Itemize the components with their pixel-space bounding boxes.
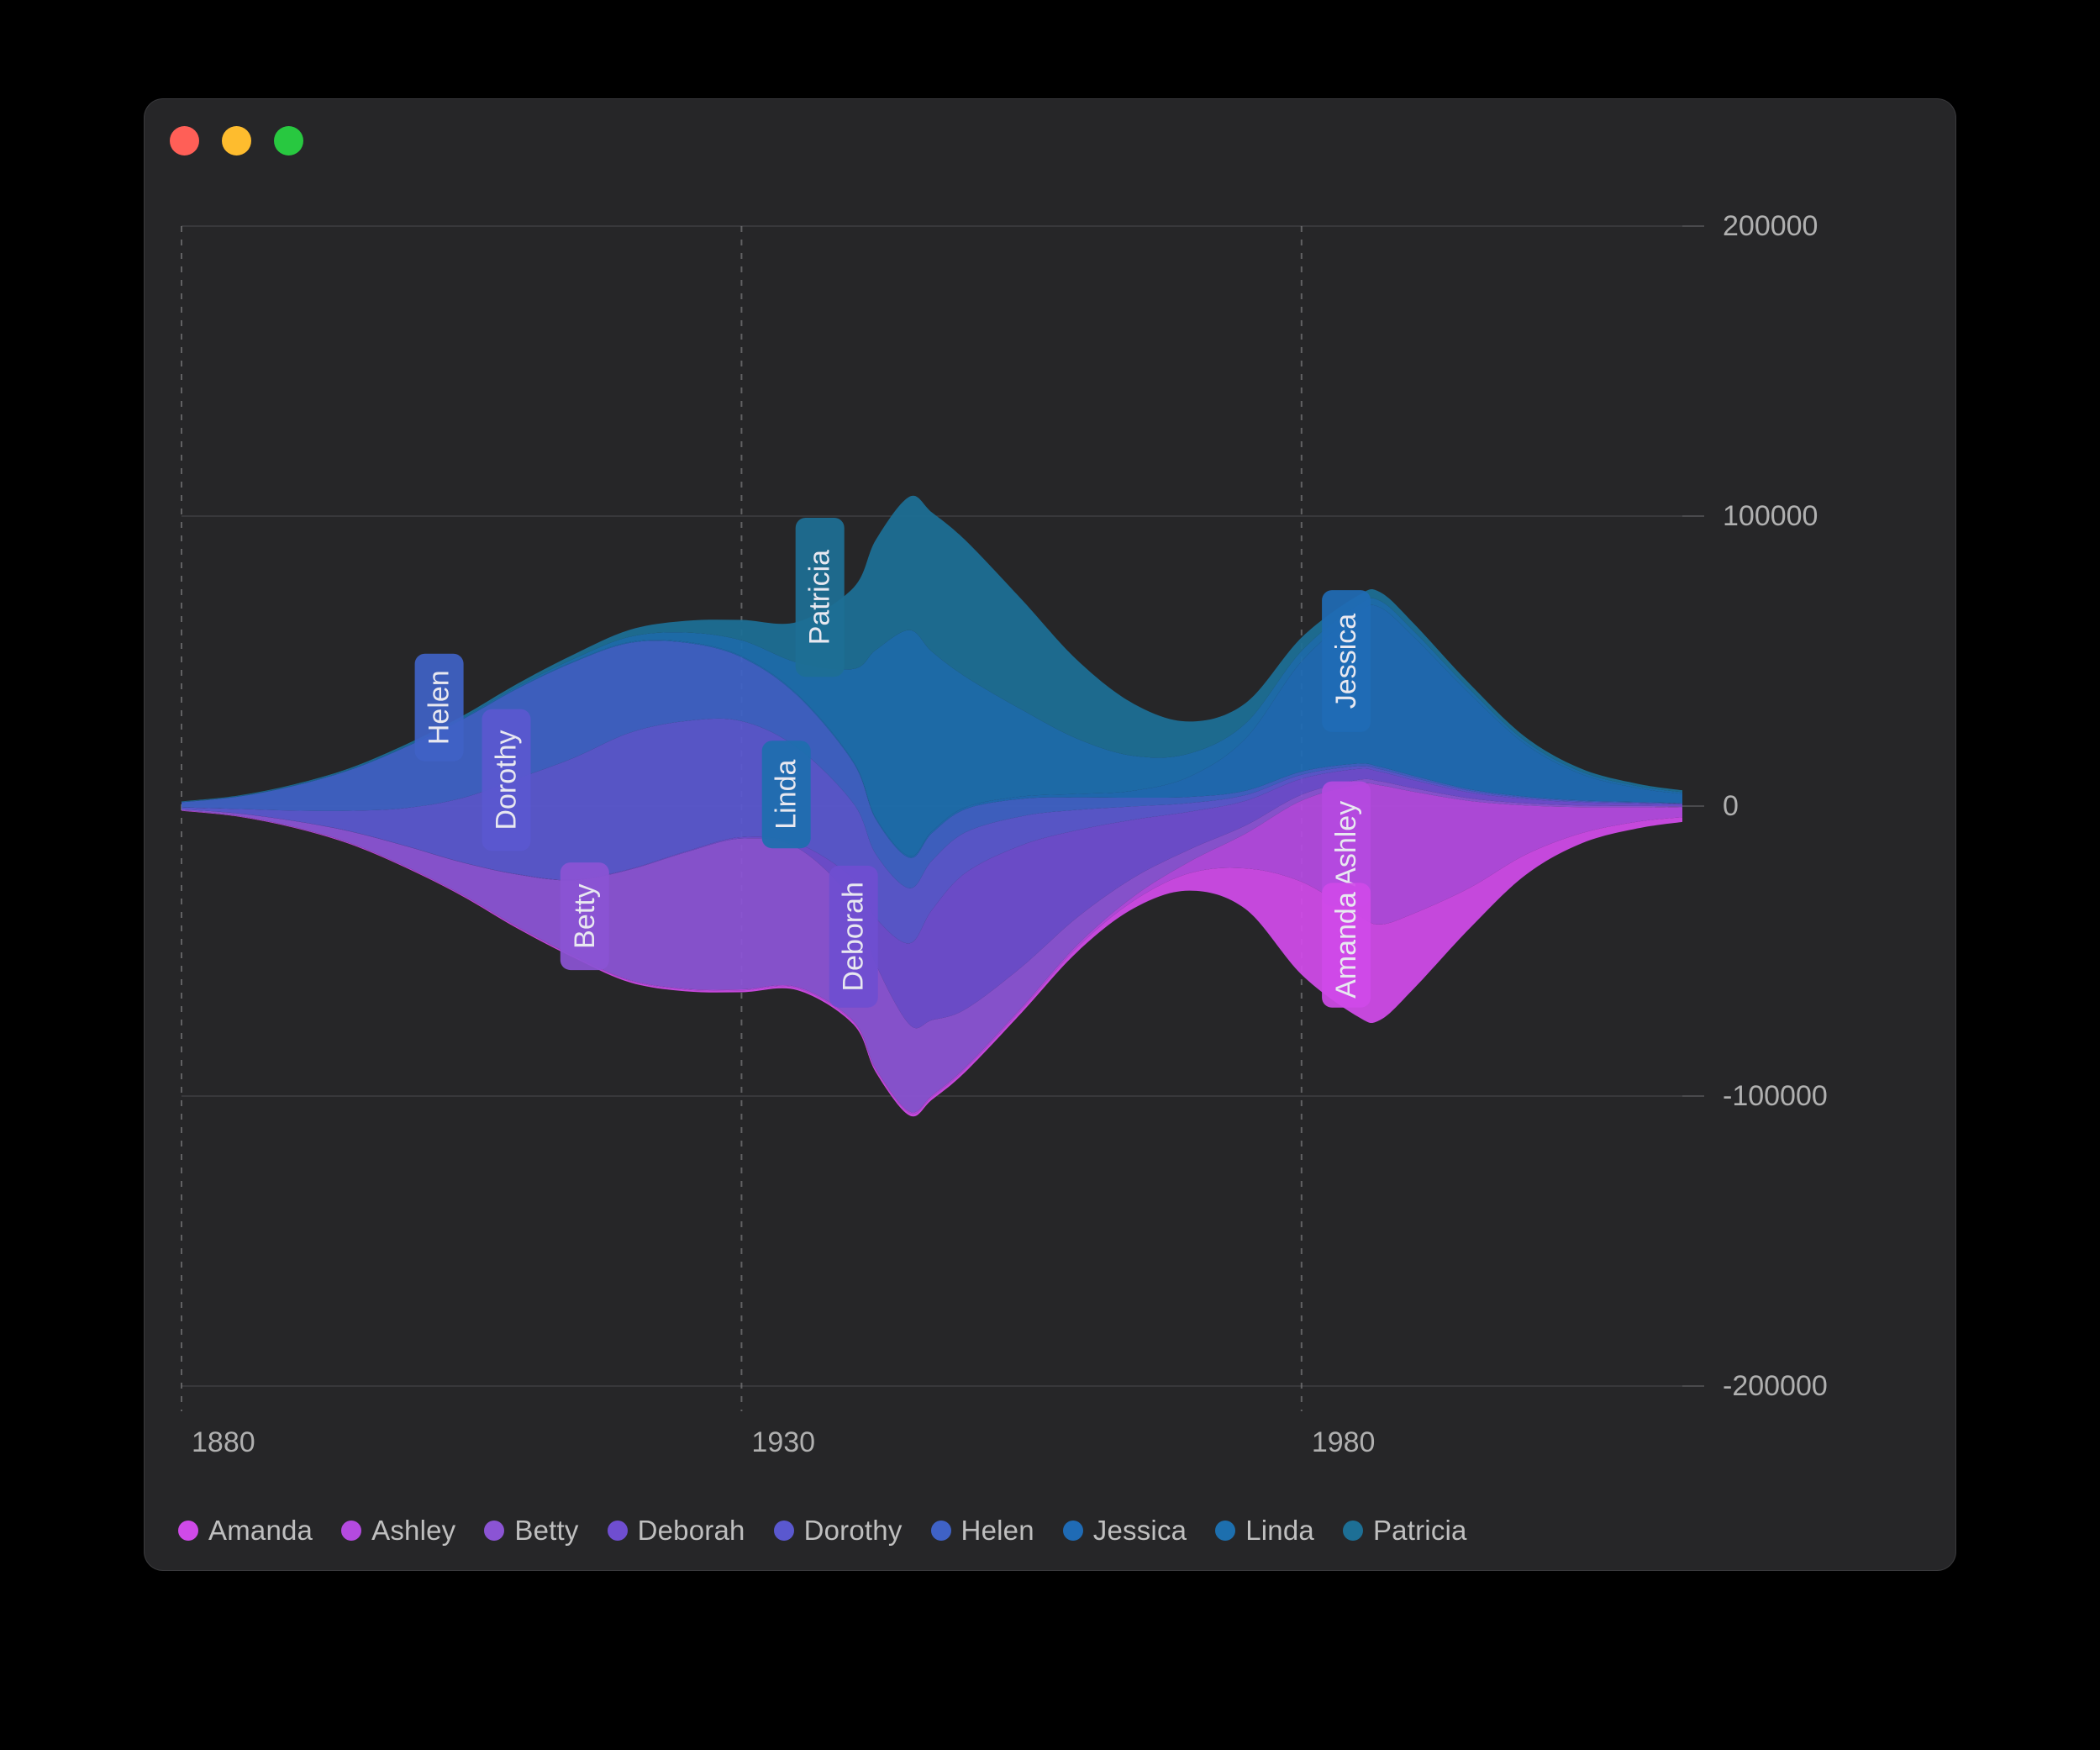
legend-label: Helen: [961, 1515, 1034, 1547]
inline-label-helen[interactable]: Helen: [415, 654, 464, 762]
label-text: Amanda: [1330, 892, 1362, 999]
label-text: Patricia: [804, 550, 836, 645]
inline-label-deborah[interactable]: Deborah: [829, 866, 878, 1008]
legend-swatch-icon: [1343, 1521, 1363, 1541]
legend-item-deborah[interactable]: Deborah: [608, 1515, 745, 1547]
label-text: Ashley: [1330, 801, 1362, 887]
legend-label: Ashley: [371, 1515, 455, 1547]
legend-label: Jessica: [1093, 1515, 1187, 1547]
inline-label-dorothy[interactable]: Dorothy: [482, 709, 531, 851]
stream-bands: [182, 496, 1682, 1116]
legend-swatch-icon: [1215, 1521, 1235, 1541]
legend-swatch-icon: [608, 1521, 628, 1541]
legend-swatch-icon: [1063, 1521, 1083, 1541]
inline-label-patricia[interactable]: Patricia: [796, 518, 845, 677]
legend-label: Deborah: [638, 1515, 745, 1547]
legend-item-linda[interactable]: Linda: [1215, 1515, 1314, 1547]
legend-item-ashley[interactable]: Ashley: [341, 1515, 455, 1547]
legend-swatch-icon: [931, 1521, 951, 1541]
chart-container: Helen Dorothy Betty Patricia Linda Deborah Jes…: [145, 180, 1955, 1570]
inline-label-amanda[interactable]: Amanda: [1322, 883, 1371, 1007]
label-text: Deborah: [838, 882, 870, 991]
label-text: Helen: [424, 670, 455, 745]
legend-item-betty[interactable]: Betty: [484, 1515, 578, 1547]
y-tick-label: 200000: [1723, 210, 1818, 242]
app-window: Helen Dorothy Betty Patricia Linda Deborah Jes…: [145, 99, 1955, 1570]
legend-item-amanda[interactable]: Amanda: [178, 1515, 313, 1547]
legend-item-helen[interactable]: Helen: [931, 1515, 1034, 1547]
label-text: Jessica: [1330, 614, 1362, 709]
legend-item-jessica[interactable]: Jessica: [1063, 1515, 1187, 1547]
y-tick-label: 100000: [1723, 500, 1818, 532]
inline-label-betty[interactable]: Betty: [561, 862, 609, 970]
label-text: Linda: [771, 760, 803, 830]
legend-swatch-icon: [341, 1521, 361, 1541]
streamgraph-svg[interactable]: Helen Dorothy Betty Patricia Linda Deborah Jes…: [145, 180, 1955, 1491]
maximize-window-button[interactable]: [274, 126, 303, 155]
inline-label-jessica[interactable]: Jessica: [1322, 590, 1371, 732]
legend-swatch-icon: [484, 1521, 504, 1541]
label-text: Dorothy: [491, 730, 523, 830]
y-tick-label: 0: [1723, 790, 1739, 822]
legend-label: Amanda: [208, 1515, 313, 1547]
y-tick-label: -100000: [1723, 1080, 1828, 1112]
legend-item-dorothy[interactable]: Dorothy: [774, 1515, 903, 1547]
label-text: Betty: [569, 883, 601, 948]
x-tick-label: 1880: [192, 1426, 255, 1458]
x-tick-label: 1930: [751, 1426, 815, 1458]
close-window-button[interactable]: [170, 126, 199, 155]
traffic-light-group: [170, 126, 303, 155]
legend-swatch-icon: [178, 1521, 198, 1541]
legend-label: Dorothy: [804, 1515, 903, 1547]
legend-swatch-icon: [774, 1521, 794, 1541]
minimize-window-button[interactable]: [222, 126, 251, 155]
legend-label: Linda: [1245, 1515, 1314, 1547]
y-tick-label: -200000: [1723, 1370, 1828, 1402]
chart-legend: Amanda Ashley Betty Deborah Dorothy Helen Jess…: [178, 1515, 1496, 1547]
legend-label: Betty: [514, 1515, 578, 1547]
legend-label: Patricia: [1373, 1515, 1467, 1547]
legend-item-patricia[interactable]: Patricia: [1343, 1515, 1467, 1547]
x-tick-label: 1980: [1312, 1426, 1376, 1458]
window-titlebar[interactable]: [145, 99, 1955, 180]
inline-label-linda[interactable]: Linda: [762, 741, 811, 848]
